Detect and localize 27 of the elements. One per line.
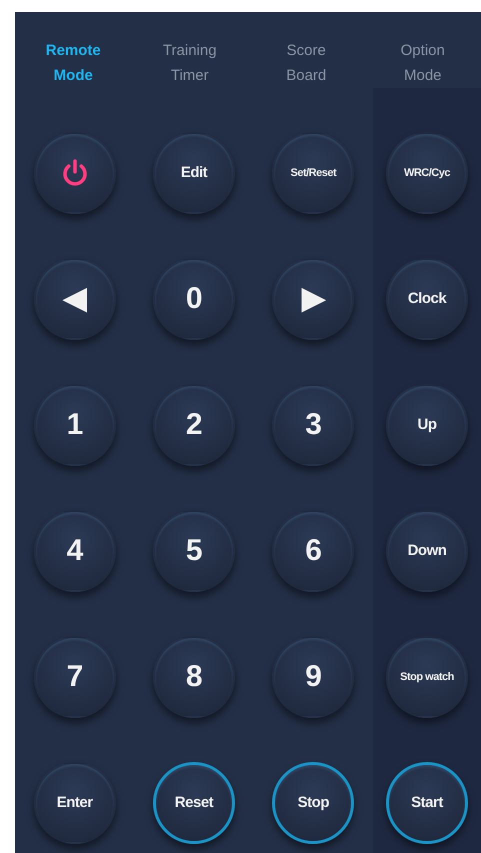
keypad-button[interactable]: 8	[152, 636, 235, 718]
keypad-button[interactable]: 2	[152, 384, 235, 466]
function-button[interactable]: Up	[386, 384, 468, 466]
keypad-button[interactable]: ◀	[34, 258, 116, 340]
keypad-button[interactable]: 3	[272, 384, 354, 466]
mode-tab[interactable]: Score Board	[271, 38, 342, 88]
function-button[interactable]: Start	[386, 762, 468, 844]
keypad-button[interactable]: Enter	[34, 762, 116, 844]
keypad-button[interactable]: 7	[34, 636, 116, 718]
keypad-button[interactable]: Edit	[152, 132, 235, 214]
keypad-button[interactable]: ▶	[272, 258, 354, 340]
keypad-button[interactable]: Set/Reset	[272, 132, 354, 214]
keypad-button[interactable]: 0	[152, 258, 235, 340]
keypad-button[interactable]: Reset	[152, 762, 235, 844]
function-button[interactable]: Stop watch	[386, 636, 468, 718]
keypad-button[interactable]: 6	[272, 510, 354, 592]
keypad-button[interactable]: 1	[34, 384, 116, 466]
keypad-button[interactable]: 9	[272, 636, 354, 718]
function-button[interactable]: WRC/Cyc	[386, 132, 468, 214]
mode-tab[interactable]: Option Mode	[388, 38, 458, 88]
keypad-button[interactable]: 5	[152, 510, 235, 592]
keypad-button[interactable]: 4	[34, 510, 116, 592]
function-button[interactable]: Clock	[386, 258, 468, 340]
mode-tab[interactable]: Remote Mode	[38, 38, 108, 88]
mode-tab[interactable]: Training Timer	[154, 38, 225, 88]
function-button[interactable]: Down	[386, 510, 468, 592]
keypad-button[interactable]: Stop	[272, 762, 354, 844]
